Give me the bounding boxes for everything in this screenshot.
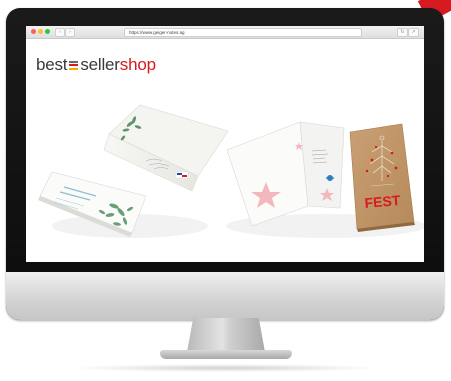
monitor-stand-neck xyxy=(187,318,265,352)
monitor-chin xyxy=(6,272,444,320)
monitor-stand-base xyxy=(160,350,292,359)
product-mockup: ‹ › https://www.geiger-notes.ag ↻ ↗ best… xyxy=(0,0,451,381)
floor-shadow xyxy=(70,364,380,372)
leaf-greeting-card xyxy=(103,104,229,192)
kraft-festive-card: FEST xyxy=(349,123,415,232)
product-scene: FEST xyxy=(38,104,424,238)
festive-card-label: FEST xyxy=(364,192,401,211)
star-folded-card xyxy=(226,121,345,227)
monitor-screen: ‹ › https://www.geiger-notes.ag ↻ ↗ best… xyxy=(26,26,424,262)
